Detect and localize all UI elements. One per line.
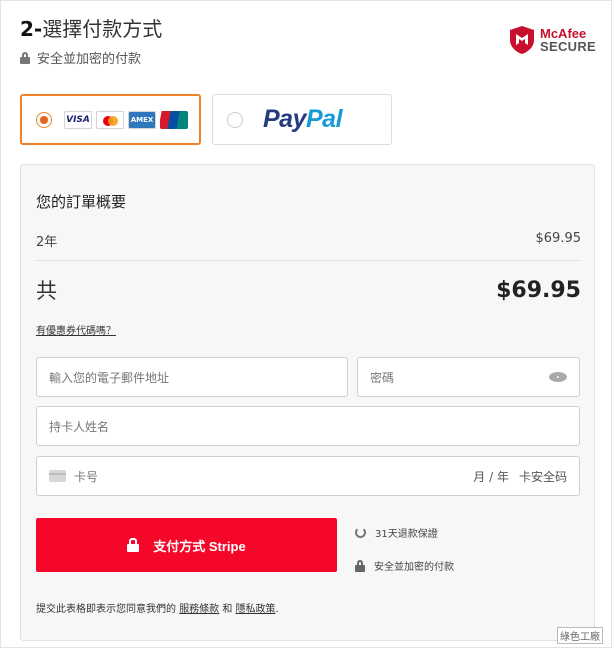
card-payment-option[interactable]: VISA AMEX [20, 94, 201, 145]
divider [36, 260, 581, 261]
card-radio[interactable] [36, 111, 52, 128]
refresh-icon [355, 527, 366, 538]
lock-icon [355, 559, 365, 572]
name-placeholder: 持卡人姓名 [49, 419, 110, 434]
pay-button[interactable]: 支付方式 Stripe [36, 518, 337, 572]
secure-label: SECURE [540, 39, 596, 54]
email-field[interactable]: 輸入您的電子郵件地址 [36, 357, 348, 397]
secure-payment-text: 安全並加密的付款 [37, 52, 142, 67]
secure-payment-note: 安全並加密的付款 [20, 48, 141, 67]
card-brands: VISA AMEX [64, 110, 188, 129]
total-amount: $69.95 [496, 277, 581, 303]
cvc-field[interactable]: 卡安全码 [519, 468, 567, 485]
watermark: 綠色工廠 [557, 627, 603, 644]
plan-price: $69.95 [535, 231, 582, 246]
lock-icon [127, 538, 140, 552]
cardholder-name-field[interactable]: 持卡人姓名 [36, 406, 580, 446]
terms-notice: 提交此表格即表示您同意我們的 服務條款 和 隱私政策. [36, 604, 279, 615]
paypal-logo: PayPal [263, 105, 343, 133]
paypal-radio[interactable] [227, 111, 243, 128]
plan-label: 2年 [36, 235, 58, 250]
order-panel: 您的訂單概要 2年 $69.95 共 $69.95 有優惠券代碼嗎？ 輸入您的電… [20, 164, 595, 641]
email-placeholder: 輸入您的電子郵件地址 [49, 370, 170, 385]
mastercard-icon [96, 110, 124, 129]
card-number-field[interactable]: 卡号 月 / 年 卡安全码 [36, 456, 580, 496]
order-total: 共 $69.95 [36, 275, 581, 305]
visa-icon: VISA [64, 110, 92, 129]
amex-icon: AMEX [128, 110, 156, 129]
order-summary-title: 您的訂單概要 [36, 193, 127, 211]
secure-assurance-text: 安全並加密的付款 [374, 562, 454, 573]
step-number: 2- [20, 17, 43, 41]
coupon-link[interactable]: 有優惠券代碼嗎？ [36, 322, 116, 337]
step-title-text: 選擇付款方式 [42, 17, 163, 41]
card-number-placeholder: 卡号 [74, 469, 99, 484]
password-placeholder: 密碼 [370, 370, 395, 385]
password-field[interactable]: 密碼 [357, 357, 580, 397]
refund-text: 31天退款保證 [375, 529, 438, 540]
page-title: 2-選擇付款方式 [20, 13, 162, 42]
credit-card-icon [49, 470, 66, 482]
pay-button-label: 支付方式 Stripe [153, 538, 246, 554]
expiry-field[interactable]: 月 / 年 [473, 468, 509, 485]
privacy-policy-link[interactable]: 隱私政策 [236, 604, 276, 615]
terms-of-service-link[interactable]: 服務條款 [179, 604, 219, 615]
mcafee-shield-icon [510, 26, 534, 54]
lock-icon [20, 51, 30, 64]
total-label: 共 [36, 279, 57, 303]
paypal-payment-option[interactable]: PayPal [212, 94, 392, 145]
order-line-item: 2年 $69.95 [36, 231, 581, 250]
refund-guarantee: 31天退款保證 [355, 525, 438, 540]
eye-icon[interactable] [549, 371, 567, 383]
secure-payment-assurance: 安全並加密的付款 [355, 558, 454, 573]
unionpay-icon [160, 110, 188, 129]
mcafee-secure-badge: McAfee SECURE [509, 25, 596, 55]
